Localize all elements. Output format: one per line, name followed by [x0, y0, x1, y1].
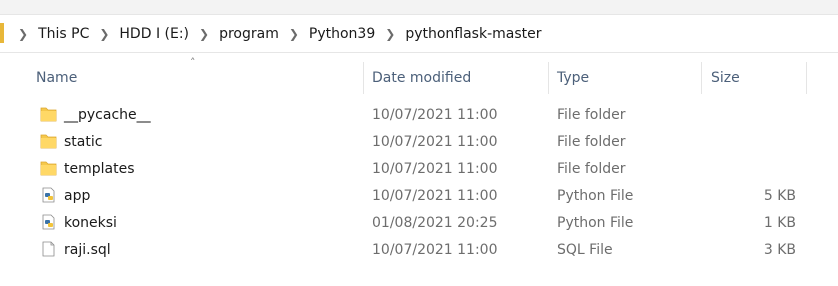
- file-size: 3 KB: [763, 241, 796, 258]
- breadcrumb-python39[interactable]: Python39: [309, 26, 375, 42]
- column-divider[interactable]: [806, 62, 807, 94]
- file-date: 10/07/2021 11:00: [372, 133, 498, 150]
- column-divider[interactable]: [701, 62, 702, 94]
- breadcrumb-pythonflask-master[interactable]: pythonflask-master: [405, 26, 541, 42]
- file-name: static: [64, 133, 103, 150]
- list-item[interactable]: raji.sql 10/07/2021 11:00 SQL File 3 KB: [0, 236, 838, 263]
- list-item[interactable]: static 10/07/2021 11:00 File folder: [0, 128, 838, 155]
- file-size: 5 KB: [763, 187, 796, 204]
- file-type: File folder: [557, 133, 626, 150]
- file-name: __pycache__: [64, 106, 151, 123]
- python-file-icon: [42, 214, 55, 230]
- document-icon: [42, 241, 55, 257]
- list-item[interactable]: __pycache__ 10/07/2021 11:00 File folder: [0, 101, 838, 128]
- folder-icon: [40, 134, 57, 149]
- list-item[interactable]: koneksi 01/08/2021 20:25 Python File 1 K…: [0, 209, 838, 236]
- breadcrumb: ❯ This PC ❯ HDD I (E:) ❯ program ❯ Pytho…: [14, 15, 542, 52]
- file-type: Python File: [557, 214, 634, 231]
- list-item[interactable]: app 10/07/2021 11:00 Python File 5 KB: [0, 182, 838, 209]
- file-size: [706, 128, 796, 155]
- column-header: ˄ Name Date modified Type Size: [0, 56, 838, 94]
- breadcrumb-this-pc[interactable]: This PC: [38, 26, 89, 42]
- column-type[interactable]: Type: [557, 62, 589, 94]
- column-size[interactable]: Size: [711, 62, 740, 94]
- file-date: 10/07/2021 11:00: [372, 160, 498, 177]
- column-divider[interactable]: [363, 62, 364, 94]
- column-name[interactable]: Name: [36, 62, 77, 94]
- file-date: 10/07/2021 11:00: [372, 106, 498, 123]
- chevron-right-icon[interactable]: ❯: [289, 27, 299, 41]
- list-item[interactable]: templates 10/07/2021 11:00 File folder: [0, 155, 838, 182]
- file-type: SQL File: [557, 241, 613, 258]
- breadcrumb-program[interactable]: program: [219, 26, 279, 42]
- address-bar-folder-icon: [0, 23, 4, 43]
- title-strip: [0, 0, 838, 15]
- file-date: 01/08/2021 20:25: [372, 214, 498, 231]
- chevron-right-icon[interactable]: ❯: [99, 27, 109, 41]
- column-divider[interactable]: [548, 62, 549, 94]
- python-file-icon: [42, 187, 55, 203]
- file-size: 1 KB: [763, 214, 796, 231]
- file-date: 10/07/2021 11:00: [372, 241, 498, 258]
- file-name: app: [64, 187, 91, 204]
- file-date: 10/07/2021 11:00: [372, 187, 498, 204]
- chevron-right-icon[interactable]: ❯: [385, 27, 395, 41]
- file-name: templates: [64, 160, 135, 177]
- folder-icon: [40, 161, 57, 176]
- file-type: File folder: [557, 106, 626, 123]
- sort-ascending-icon: ˄: [190, 56, 196, 69]
- file-name: koneksi: [64, 214, 117, 231]
- file-size: [706, 155, 796, 182]
- file-type: Python File: [557, 187, 634, 204]
- address-bar[interactable]: ❯ This PC ❯ HDD I (E:) ❯ program ❯ Pytho…: [0, 15, 838, 53]
- file-size: [706, 101, 796, 128]
- file-name: raji.sql: [64, 241, 111, 258]
- breadcrumb-hdd[interactable]: HDD I (E:): [119, 26, 189, 42]
- chevron-right-icon[interactable]: ❯: [18, 27, 28, 41]
- chevron-right-icon[interactable]: ❯: [199, 27, 209, 41]
- file-type: File folder: [557, 160, 626, 177]
- column-date-modified[interactable]: Date modified: [372, 62, 471, 94]
- folder-icon: [40, 107, 57, 122]
